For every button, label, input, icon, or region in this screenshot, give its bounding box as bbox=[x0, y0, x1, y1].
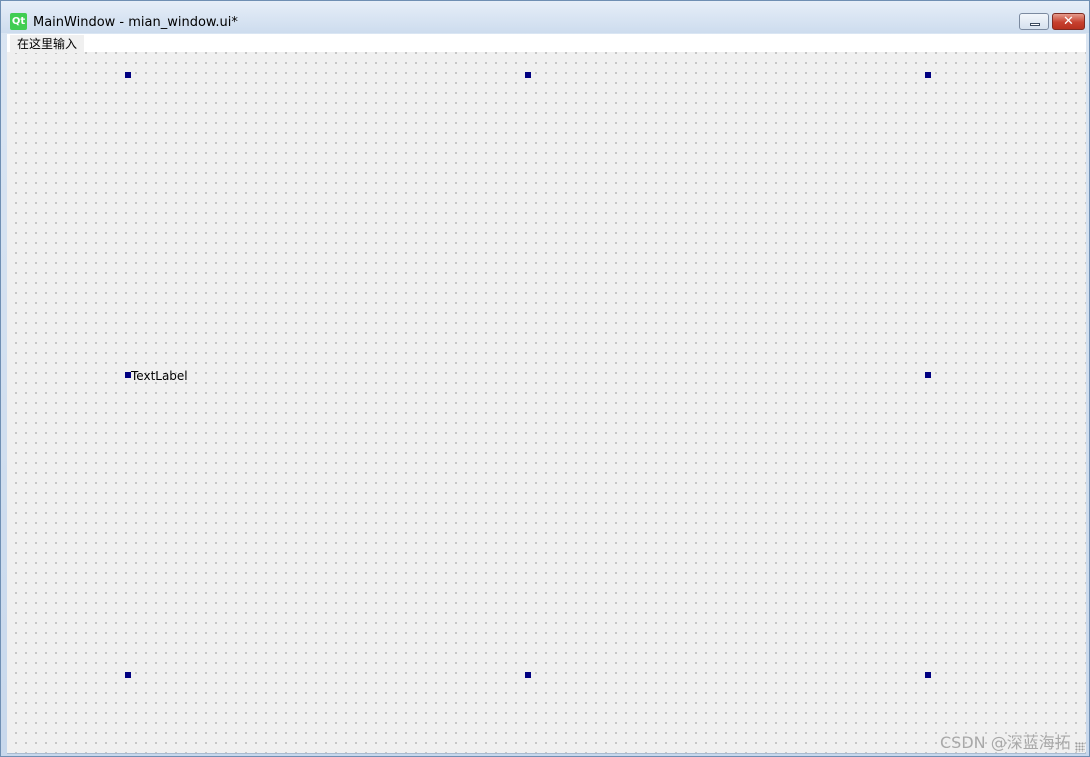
title-bar[interactable]: Qt MainWindow - mian_window.ui* ✕ bbox=[1, 1, 1089, 33]
menu-bar: 在这里输入 bbox=[7, 34, 1086, 53]
text-label-widget[interactable]: TextLabel bbox=[131, 369, 188, 383]
selection-handle-bottom-left[interactable] bbox=[125, 672, 131, 678]
selection-handle-middle-right[interactable] bbox=[925, 372, 931, 378]
close-button[interactable]: ✕ bbox=[1052, 13, 1085, 30]
minimize-button[interactable] bbox=[1019, 13, 1049, 30]
form-canvas[interactable]: 在这里输入 TextLabel bbox=[7, 34, 1086, 754]
designer-main-window: Qt MainWindow - mian_window.ui* ✕ 在这里输入 … bbox=[0, 0, 1090, 757]
menu-type-here-placeholder[interactable]: 在这里输入 bbox=[10, 35, 85, 53]
qt-logo-icon: Qt bbox=[10, 13, 27, 30]
selection-handle-top-right[interactable] bbox=[925, 72, 931, 78]
window-title: MainWindow - mian_window.ui* bbox=[33, 15, 238, 30]
selection-handle-bottom-center[interactable] bbox=[525, 672, 531, 678]
minimize-icon bbox=[1030, 23, 1040, 26]
selection-handle-bottom-right[interactable] bbox=[925, 672, 931, 678]
csdn-watermark: CSDN @深蓝海拓 bbox=[940, 733, 1071, 752]
selection-handle-top-center[interactable] bbox=[525, 72, 531, 78]
resize-grip-icon[interactable] bbox=[1075, 742, 1085, 752]
selection-handle-top-left[interactable] bbox=[125, 72, 131, 78]
